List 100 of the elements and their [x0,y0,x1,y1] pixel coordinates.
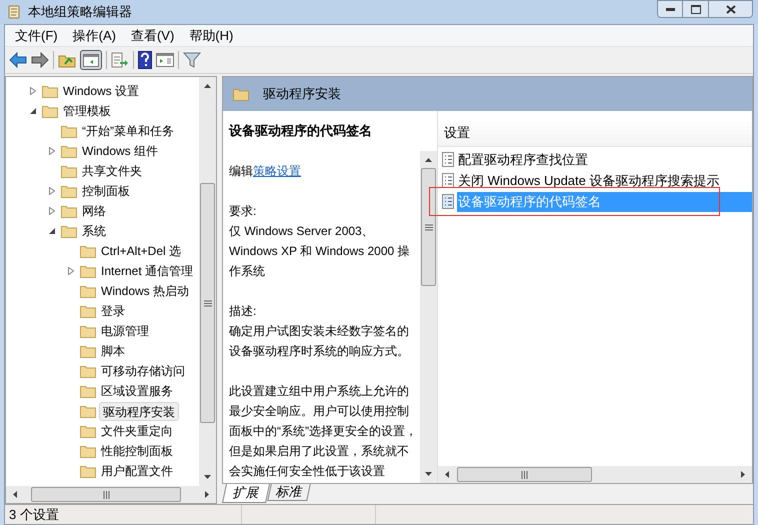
tree-item[interactable]: 可移动存储访问 [98,362,188,380]
expand-arrow-icon[interactable] [30,87,36,95]
folder-icon [80,304,96,318]
menu-item[interactable]: 文件(F) [9,26,64,46]
view-tab[interactable]: 扩展 [222,484,270,503]
tree-item[interactable]: 区域设置服务 [98,382,176,400]
folder-icon [80,324,96,338]
tree-item[interactable]: Windows 组件 [79,142,162,160]
forward-icon[interactable] [31,52,49,68]
maximize-icon [690,4,700,14]
setting-icon [442,173,454,188]
tree-item[interactable]: Windows 设置 [60,82,142,100]
folder-icon [80,244,96,258]
menu-item[interactable]: 查看(V) [124,26,180,46]
scroll-left-icon[interactable] [13,491,17,498]
setting-row[interactable]: 配置驱动程序查找位置 [457,150,752,170]
vertical-scrollbar[interactable] [420,151,437,483]
folder-icon [80,264,96,278]
folder-icon [80,364,96,378]
scroll-down-icon[interactable] [425,472,432,476]
window-title: 本地组策略编辑器 [28,3,132,22]
policy-title: 设备驱动程序的代码签名 [228,122,373,140]
tree-item[interactable]: 驱动程序安装 [99,402,179,420]
menu-item[interactable]: 操作(A) [66,26,122,46]
tree-item[interactable]: 网络 [79,202,109,220]
grip-icon [424,224,432,230]
tree-item[interactable]: Ctrl+Alt+Del 选 [98,242,184,260]
scroll-up-icon[interactable] [425,158,432,162]
filter-icon[interactable] [183,52,201,68]
policy-settings-link[interactable]: 策略设置 [253,164,301,178]
tree-item[interactable]: 用户配置文件 [98,462,176,480]
scroll-left-icon[interactable] [445,471,449,478]
collapse-arrow-icon[interactable] [30,108,36,114]
grip-icon [102,490,110,498]
expand-arrow-icon[interactable] [49,207,55,215]
expand-arrow-icon[interactable] [49,147,55,155]
scroll-right-icon[interactable] [741,471,745,478]
horizontal-scrollbar[interactable] [6,486,216,503]
folder-icon [61,184,77,198]
tree-item[interactable]: 控制面板 [79,182,133,200]
scrollbar-thumb[interactable] [457,467,592,482]
folder-icon [42,84,58,98]
folder-icon [61,144,77,158]
expand-arrow-icon[interactable] [68,267,74,275]
setting-icon [442,152,454,167]
folder-icon [80,284,96,298]
grip-icon [204,300,212,306]
scrollbar-thumb[interactable] [421,168,436,286]
scroll-right-icon[interactable] [205,491,209,498]
view-tab[interactable]: 标准 [267,484,311,501]
setting-row[interactable]: 关闭 Windows Update 设备驱动程序搜索提示 [457,170,752,190]
back-icon[interactable] [9,52,27,68]
status-text: 3 个设置 [8,506,60,524]
edit-label: 编辑 [229,164,253,178]
tree-item[interactable]: 系统 [79,222,109,240]
folder-icon [61,204,77,218]
expand-arrow-icon[interactable] [49,187,55,195]
maximize-button[interactable] [683,0,709,18]
console-tree-button[interactable] [80,50,102,70]
folder-icon [61,224,77,238]
folder-icon [80,344,96,358]
scrollbar-thumb[interactable] [200,183,215,423]
tree-item[interactable]: 脚本 [98,342,128,360]
collapse-arrow-icon[interactable] [49,228,55,234]
scroll-icon [6,4,22,20]
menu-item[interactable]: 帮助(H) [183,26,240,46]
description-paragraph: 此设置建立组中用户系统上允许的最少安全响应。用户可以使用控制面板中的“系统”选择更安全的设置，但是如果启用了此设置，系统就不会实施任何安全性低于该设置 [229,383,418,480]
description-paragraph: 描述: 确定用户试图安装未经数字签名的设备驱动程序时系统的响应方式。 [229,303,410,360]
folder-icon [80,424,96,438]
export-list-icon[interactable] [111,52,129,68]
folder-icon [80,384,96,398]
tree-item[interactable]: 管理模板 [60,102,114,120]
tree-item[interactable]: 电源管理 [98,322,152,340]
header-title: 驱动程序安装 [263,85,341,104]
minimize-icon [666,8,674,10]
tree-item[interactable]: “开始”菜单和任务 [79,122,177,140]
tree-item[interactable]: Internet 通信管理 [98,262,196,280]
folder-icon [61,124,77,138]
vertical-scrollbar[interactable] [199,77,216,486]
tree-item[interactable]: 登录 [98,302,128,320]
description-paragraph: 要求: 仅 Windows Server 2003、Windows XP 和 Windows 2000 操作系统 [229,203,411,280]
help-icon[interactable] [138,51,152,69]
grip-icon [521,470,528,478]
minimize-button[interactable] [657,0,683,18]
scroll-down-icon[interactable] [204,475,211,479]
folder-icon [80,404,96,418]
scrollbar-thumb[interactable] [31,487,181,502]
horizontal-scrollbar[interactable] [438,466,752,483]
tree-item[interactable]: 性能控制面板 [98,442,176,460]
close-button[interactable] [709,0,753,18]
folder-icon [233,87,249,101]
tree-item[interactable]: 文件夹重定向 [98,422,176,440]
tree-item[interactable]: 共享文件夹 [79,162,145,180]
action-pane-icon[interactable] [156,53,174,67]
folder-icon [42,104,58,118]
folder-icon [61,164,77,178]
scroll-up-icon[interactable] [204,84,211,88]
tree-item[interactable]: Windows 热启动 [98,282,192,300]
folder-icon [80,464,96,478]
setting-icon [442,194,454,209]
